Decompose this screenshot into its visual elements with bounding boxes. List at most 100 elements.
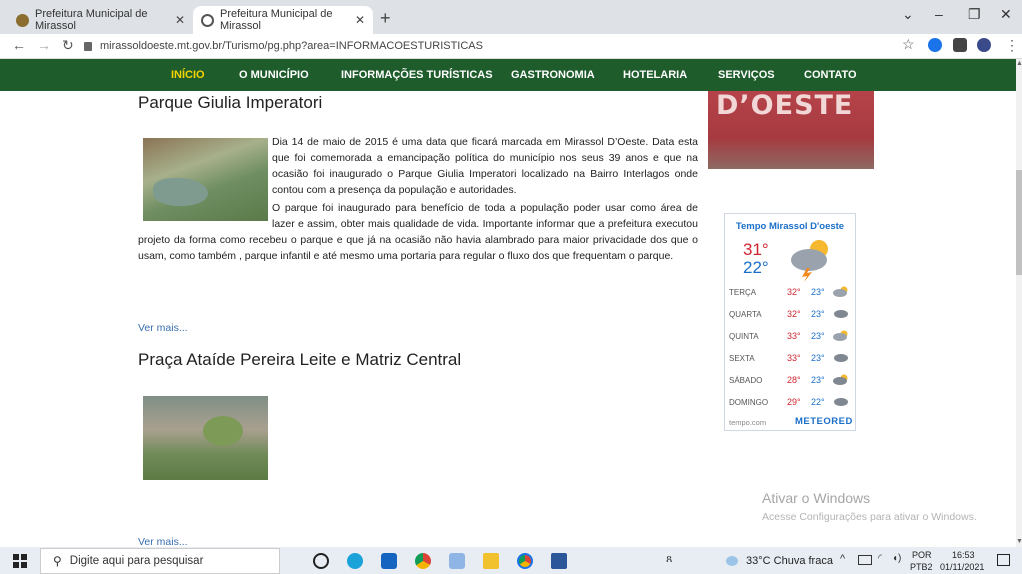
site-favicon-icon bbox=[16, 13, 29, 27]
network-icon[interactable]: ◜ bbox=[878, 553, 882, 564]
show-hidden-icons[interactable]: ^ bbox=[840, 553, 845, 565]
mail-icon[interactable] bbox=[381, 553, 397, 569]
profile-avatar[interactable] bbox=[977, 38, 991, 52]
cloud-storm-icon bbox=[833, 374, 848, 385]
plaza-photo bbox=[143, 396, 268, 480]
article-paragraph: projeto da forma como recebeu o parque e… bbox=[138, 234, 698, 262]
chrome-active-icon[interactable] bbox=[517, 553, 533, 569]
minimize-button[interactable]: – bbox=[935, 6, 943, 22]
forecast-high: 32° bbox=[787, 309, 801, 319]
battery-icon[interactable] bbox=[858, 555, 872, 565]
article-title: Praça Ataíde Pereira Leite e Matriz Cent… bbox=[138, 350, 462, 369]
nav-municipio[interactable]: O MUNICÍPIO bbox=[239, 69, 309, 81]
browser-tab-1[interactable]: Prefeitura Municipal de Mirassol ✕ bbox=[8, 6, 193, 34]
page-scrollbar[interactable] bbox=[1016, 59, 1022, 547]
close-window-button[interactable]: ✕ bbox=[1000, 6, 1012, 23]
watermark-title: Ativar o Windows bbox=[762, 490, 871, 506]
forecast-low: 23° bbox=[811, 331, 825, 341]
scroll-up-icon[interactable]: ▲ bbox=[1016, 60, 1022, 67]
people-icon[interactable]: ጸ bbox=[666, 553, 672, 566]
paint-icon[interactable] bbox=[449, 553, 465, 569]
lake-shape bbox=[153, 178, 208, 206]
forecast-low: 23° bbox=[811, 375, 825, 385]
forecast-day: TERÇA bbox=[729, 288, 757, 297]
forecast-high: 33° bbox=[787, 331, 801, 341]
forecast-high: 32° bbox=[787, 287, 801, 297]
forecast-day: SÁBADO bbox=[729, 376, 763, 385]
windows-start-icon[interactable] bbox=[13, 554, 27, 568]
forecast-day: QUARTA bbox=[729, 310, 762, 319]
article-paragraph: Dia 14 de maio de 2015 é uma data que fi… bbox=[272, 136, 698, 196]
reload-icon[interactable]: ↻ bbox=[62, 37, 74, 54]
forecast-row: DOMINGO 29° 22° bbox=[729, 396, 853, 410]
forecast-low: 22° bbox=[811, 397, 825, 407]
browser-tab-2[interactable]: Prefeitura Municipal de Mirassol ✕ bbox=[193, 6, 373, 34]
bookmark-star-icon[interactable]: ☆ bbox=[902, 36, 915, 53]
nav-inicio[interactable]: INÍCIO bbox=[171, 69, 205, 81]
plaza-green bbox=[203, 416, 243, 446]
language-secondary[interactable]: PTB2 bbox=[910, 562, 933, 572]
nav-informacoes-turisticas[interactable]: INFORMAÇÕES TURÍSTICAS bbox=[341, 69, 493, 81]
forecast-day: QUINTA bbox=[729, 332, 759, 341]
cortana-icon[interactable] bbox=[313, 553, 329, 569]
scroll-down-icon[interactable]: ▼ bbox=[1016, 538, 1022, 545]
new-tab-button[interactable]: + bbox=[380, 8, 391, 29]
extension-icon[interactable] bbox=[928, 38, 942, 52]
word-icon[interactable] bbox=[551, 553, 567, 569]
ver-mais-link[interactable]: Ver mais... bbox=[138, 322, 188, 334]
menu-icon[interactable]: ⋮ bbox=[1005, 37, 1019, 54]
forecast-day: DOMINGO bbox=[729, 398, 769, 407]
forecast-high: 29° bbox=[787, 397, 801, 407]
edge-icon[interactable] bbox=[347, 553, 363, 569]
back-icon[interactable]: ← bbox=[12, 37, 26, 53]
puzzle-icon[interactable] bbox=[953, 38, 967, 52]
cloud-storm-icon bbox=[833, 330, 848, 341]
forecast-low: 23° bbox=[811, 309, 825, 319]
nav-gastronomia[interactable]: GASTRONOMIA bbox=[511, 69, 595, 81]
meteored-logo[interactable]: METEORED bbox=[795, 416, 853, 427]
current-low: 22° bbox=[743, 258, 769, 277]
forecast-high: 33° bbox=[787, 353, 801, 363]
site-nav: INÍCIO O MUNICÍPIO INFORMAÇÕES TURÍSTICA… bbox=[0, 59, 1016, 91]
scrollbar-thumb[interactable] bbox=[1016, 170, 1022, 275]
forecast-high: 28° bbox=[787, 375, 801, 385]
forecast-row: SÁBADO 28° 23° bbox=[729, 374, 853, 388]
weather-taskbar-icon bbox=[726, 556, 738, 566]
chrome-icon[interactable] bbox=[415, 553, 431, 569]
weather-source[interactable]: tempo.com bbox=[729, 418, 766, 427]
forecast-row: QUARTA 32° 23° bbox=[729, 308, 853, 322]
volume-icon[interactable]: ◖) bbox=[892, 553, 901, 564]
forecast-row: QUINTA 33° 23° bbox=[729, 330, 853, 344]
clock-time[interactable]: 16:53 bbox=[952, 550, 975, 560]
lock-icon bbox=[84, 41, 92, 51]
cloud-sun-storm-icon bbox=[789, 236, 833, 282]
weather-widget[interactable]: Tempo Mirassol D'oeste 31° 22° TERÇA 32°… bbox=[724, 213, 856, 431]
article-paragraph: O parque foi inaugurado para benefício d… bbox=[272, 202, 698, 230]
forward-icon[interactable]: → bbox=[37, 37, 51, 53]
language-primary[interactable]: POR bbox=[912, 550, 932, 560]
file-explorer-icon[interactable] bbox=[483, 553, 499, 569]
banner-text: D’OESTE bbox=[716, 91, 854, 121]
clock-date[interactable]: 01/11/2021 bbox=[940, 562, 984, 572]
globe-icon bbox=[201, 13, 214, 27]
nav-servicos[interactable]: SERVIÇOS bbox=[718, 69, 775, 81]
tab-search-icon[interactable]: ⌄ bbox=[902, 6, 914, 23]
nav-contato[interactable]: CONTATO bbox=[804, 69, 857, 81]
weather-title: Tempo Mirassol D'oeste bbox=[735, 221, 845, 232]
maximize-button[interactable]: ❐ bbox=[968, 6, 981, 23]
current-high: 31° bbox=[743, 240, 769, 259]
notifications-icon[interactable] bbox=[997, 554, 1010, 566]
url-text: mirassoldoeste.mt.gov.br/Turismo/pg.php?… bbox=[100, 40, 483, 52]
forecast-low: 23° bbox=[811, 287, 825, 297]
close-tab-icon[interactable]: ✕ bbox=[175, 13, 185, 27]
forecast-day: SEXTA bbox=[729, 354, 755, 363]
nav-hotelaria[interactable]: HOTELARIA bbox=[623, 69, 687, 81]
url-field[interactable]: mirassoldoeste.mt.gov.br/Turismo/pg.php?… bbox=[84, 36, 884, 56]
taskbar-search-box[interactable]: ⚲ Digite aqui para pesquisar bbox=[40, 548, 280, 574]
tab-title: Prefeitura Municipal de Mirassol bbox=[35, 8, 148, 32]
city-banner: D’OESTE bbox=[708, 91, 874, 169]
taskbar-weather[interactable]: 33°C Chuva fraca bbox=[746, 555, 833, 567]
cloud-rain-icon bbox=[834, 310, 848, 318]
tab-title: Prefeitura Municipal de Mirassol bbox=[220, 8, 333, 32]
close-tab-icon[interactable]: ✕ bbox=[355, 13, 365, 27]
